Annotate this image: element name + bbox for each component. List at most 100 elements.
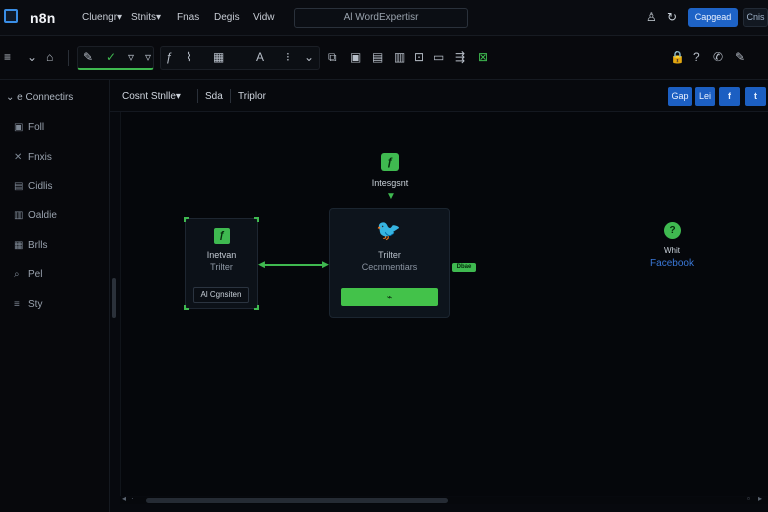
execute-node-button[interactable]: ⌁ [341, 288, 438, 306]
node-add-icon[interactable]: ⊠ [478, 50, 488, 64]
arrow-left-icon: ◀ [258, 259, 265, 269]
search-input[interactable]: Al WordExpertisr [294, 8, 468, 28]
scroll-left-icon[interactable]: ◂ [122, 494, 126, 503]
nav-item-1[interactable]: Cluengr▾ [82, 12, 122, 23]
facebook-icon[interactable]: f [719, 87, 740, 106]
pen-icon[interactable]: ✎ [735, 50, 745, 64]
lock-icon[interactable]: 🔒 [670, 50, 685, 64]
sidebar-item-label: Fnxis [28, 152, 52, 163]
sidebar-item-2[interactable]: ✕ Fnxis [14, 152, 52, 163]
close-icon: ✕ [14, 152, 23, 163]
help-node-icon[interactable]: ? [664, 222, 681, 239]
lei-button[interactable]: Lei [695, 87, 715, 106]
twitter-icon[interactable]: t [745, 87, 766, 106]
sidebar-item-label: Brlls [28, 240, 48, 251]
node-subtitle: Cecnmentiars [361, 262, 418, 272]
header-divider-2 [230, 89, 231, 103]
list-icon[interactable]: ▤ [372, 50, 383, 64]
twitter-bird-icon: 🐦 [376, 220, 401, 242]
ai-tag-button[interactable]: Al Cgnsiten [193, 287, 249, 303]
sidebar-item-5[interactable]: ▦ Brlls [14, 240, 47, 251]
primary-button[interactable]: Capgead [688, 8, 738, 27]
header-divider [197, 89, 198, 103]
search-icon: ⌕ [14, 269, 20, 280]
sidebar-item-label: Sty [28, 299, 43, 310]
grid-icon-2: ▦ [14, 240, 24, 251]
edit-icon[interactable]: ✎ [83, 50, 93, 64]
sidebar-item-4[interactable]: ▥ Oaldie [14, 210, 57, 221]
node-subtitle: Trilter [210, 262, 233, 272]
selection-corner [184, 305, 189, 310]
scroll-end-icon[interactable]: ▫ [747, 494, 750, 503]
help-icon[interactable]: ? [693, 50, 700, 64]
arrow-down-icon: ▼ [386, 191, 396, 202]
more-icon[interactable]: ⁝ [286, 50, 290, 64]
selection-corner [254, 305, 259, 310]
secondary-button[interactable]: Cnis [743, 8, 768, 27]
sidebar-item-6[interactable]: ⌕ Pel [14, 269, 42, 280]
tab-triplor[interactable]: Triplor [238, 91, 266, 102]
sidebar-item-label: Pel [28, 269, 43, 280]
lines-icon: ≡ [14, 299, 20, 310]
sidebar-title[interactable]: ⌄ e Connectirs [6, 92, 73, 103]
chevron-down-icon-3: ⌄ [6, 92, 18, 103]
nav-item-3[interactable]: Fnas [177, 12, 199, 23]
filter-icon[interactable]: ▿ [145, 50, 151, 64]
function-node-icon: ƒ [214, 228, 230, 244]
logo-icon [4, 9, 18, 23]
nav-item-4[interactable]: Degis [214, 12, 240, 23]
media-icon[interactable]: ▭ [433, 50, 444, 64]
chevron-down-icon[interactable]: ⌄ [27, 50, 37, 64]
function-icon[interactable]: ƒ [166, 50, 173, 64]
user-icon[interactable]: ♙ [646, 10, 657, 24]
sidebar-title-label: e Connectirs [17, 92, 74, 103]
frame-icon[interactable]: ▣ [350, 50, 361, 64]
refresh-icon[interactable]: ↻ [667, 10, 677, 24]
image-icon[interactable]: ⊡ [414, 50, 424, 64]
dropdown-icon[interactable]: ▿ [128, 50, 134, 64]
sidebar-item-label: Foll [28, 122, 45, 133]
doc-icon: ▣ [14, 122, 24, 133]
node-connector[interactable] [262, 264, 326, 266]
node-title: Whit [664, 246, 680, 255]
copy-icon[interactable]: ⧉ [328, 50, 337, 65]
horizontal-scroll-thumb[interactable] [146, 498, 448, 503]
sidebar-item-1[interactable]: ▣ Foll [14, 122, 44, 133]
sidebar-item-label: Cidlis [28, 181, 53, 192]
trigger-node-label: Intesgsnt [371, 178, 409, 188]
toolbar-group-format [160, 46, 320, 70]
facebook-link[interactable]: Facebook [632, 258, 712, 269]
gap-button[interactable]: Gap [668, 87, 692, 106]
nav-item-5[interactable]: Vidw [253, 12, 275, 23]
grid-icon[interactable]: ▥ [394, 50, 405, 64]
node-title: Inetvan [206, 250, 237, 260]
node-title: Trilter [378, 250, 401, 260]
card-icon: ▤ [14, 181, 24, 192]
check-icon[interactable]: ✓ [106, 50, 116, 64]
sidebar-scrollbar[interactable] [112, 278, 116, 318]
sidebar-item-label: Oaldie [28, 210, 57, 221]
scroll-right-icon[interactable]: ▸ [758, 494, 762, 503]
selection-corner [184, 217, 189, 222]
selection-corner [254, 217, 259, 222]
sidebar-item-3[interactable]: ▤ Cidlis [14, 181, 52, 192]
table-icon[interactable]: ▦ [213, 50, 224, 64]
chevron-down-icon-2[interactable]: ⌄ [304, 50, 314, 64]
arrow-right-icon: ▶ [322, 259, 329, 269]
workflow-selector[interactable]: Cosnt Stnlle▾ [122, 91, 181, 102]
flow-icon[interactable]: ⇶ [455, 50, 465, 64]
phone-icon[interactable]: ✆ [713, 50, 723, 64]
trigger-node-icon[interactable]: ƒ [381, 153, 399, 171]
status-badge: Dbae [452, 263, 476, 272]
app-logo[interactable]: n8n [30, 10, 56, 26]
home-icon[interactable]: ⌂ [46, 50, 53, 64]
sidebar-item-7[interactable]: ≡ Sty [14, 299, 42, 310]
link-icon[interactable]: ⌇ [186, 50, 192, 64]
nav-item-2[interactable]: Stnits▾ [131, 12, 161, 23]
database-icon: ▥ [14, 210, 24, 221]
sidebar [0, 80, 110, 512]
toolbar-divider [68, 50, 69, 66]
tab-sda[interactable]: Sda [205, 91, 223, 102]
text-icon[interactable]: A [256, 50, 264, 64]
menu-icon[interactable]: ≡ [4, 50, 11, 64]
